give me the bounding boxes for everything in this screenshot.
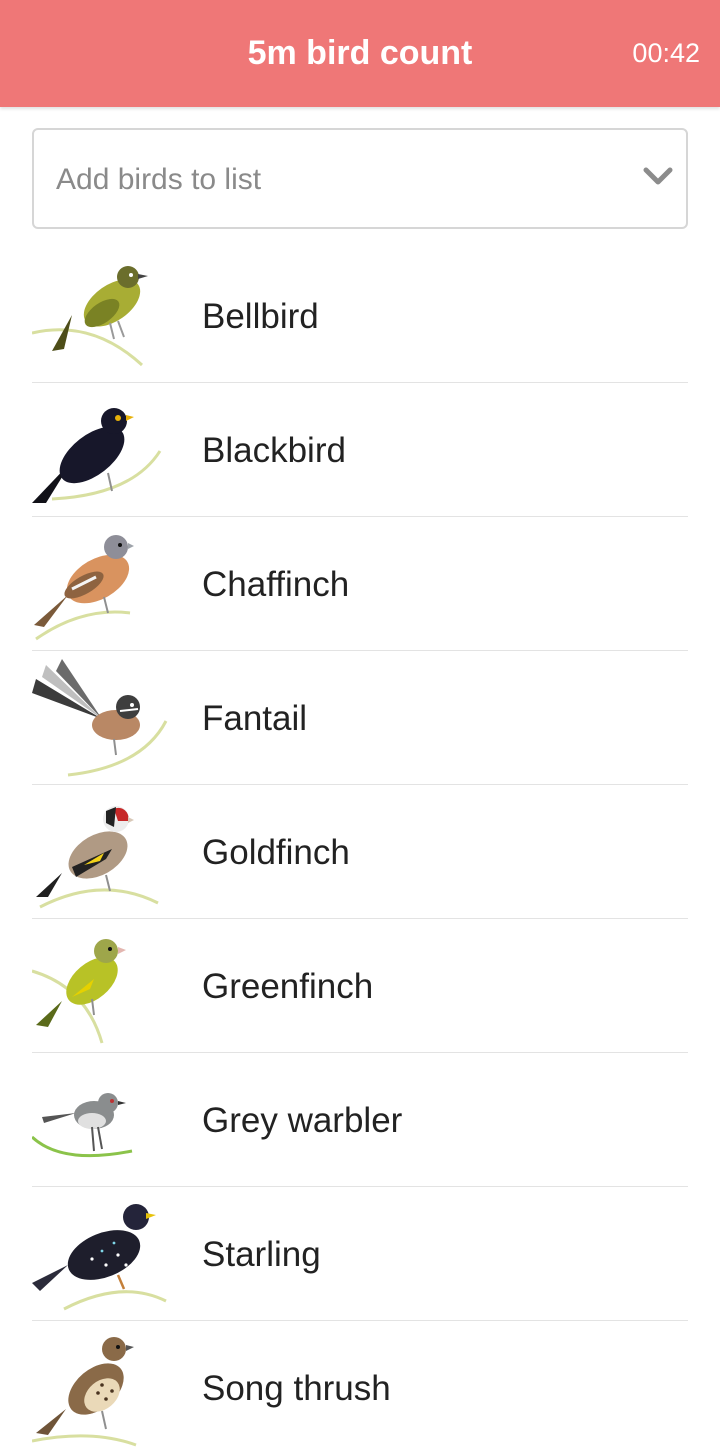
bird-name: Fantail (202, 699, 308, 738)
chaffinch-illustration (34, 535, 134, 641)
list-item[interactable]: Grey warbler (32, 1053, 688, 1187)
goldfinch-illustration (36, 806, 159, 909)
list-item[interactable]: Starling (32, 1187, 688, 1321)
list-item[interactable]: Blackbird (32, 383, 688, 517)
list-item[interactable]: Bellbird (32, 249, 688, 383)
list-item[interactable]: Chaffinch (32, 517, 688, 651)
add-birds-select[interactable]: Add birds to list (32, 128, 688, 229)
bird-list: Bellbird Blackbird Chaffinch Fantail Gol… (32, 249, 688, 1450)
grey-warbler-illustration (32, 1093, 133, 1158)
bird-name: Starling (202, 1235, 321, 1274)
fantail-illustration (32, 659, 168, 777)
bird-name: Blackbird (202, 431, 346, 470)
bird-name: Song thrush (202, 1369, 391, 1408)
bellbird-illustration (32, 266, 148, 367)
app-header: 5m bird count 00:42 (0, 0, 720, 107)
greenfinch-illustration (32, 939, 126, 1044)
add-birds-placeholder: Add birds to list (56, 163, 262, 196)
starling-illustration (32, 1204, 167, 1311)
page-title: 5m bird count (247, 34, 473, 72)
song-thrush-illustration (32, 1337, 137, 1447)
list-item[interactable]: Song thrush (32, 1321, 688, 1450)
bird-name: Goldfinch (202, 833, 350, 872)
bird-name: Bellbird (202, 297, 319, 336)
bird-name: Grey warbler (202, 1101, 403, 1140)
list-item[interactable]: Fantail (32, 651, 688, 785)
blackbird-illustration (32, 408, 162, 503)
countdown-timer: 00:42 (632, 38, 700, 68)
list-item[interactable]: Goldfinch (32, 785, 688, 919)
bird-name: Chaffinch (202, 565, 350, 604)
chevron-down-icon (643, 167, 673, 185)
list-item[interactable]: Greenfinch (32, 919, 688, 1053)
bird-name: Greenfinch (202, 967, 374, 1006)
